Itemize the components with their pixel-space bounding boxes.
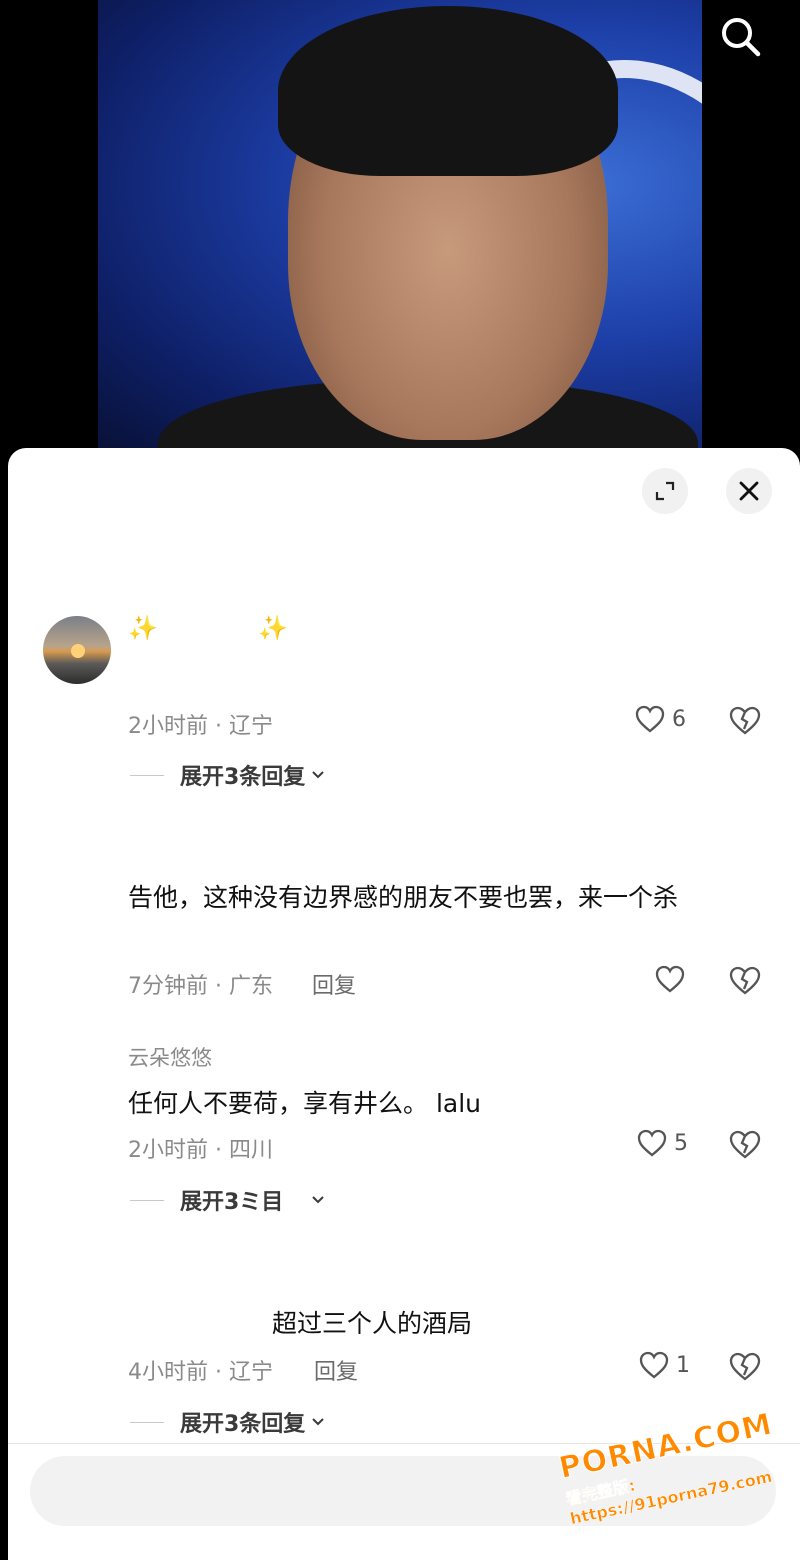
close-icon: [739, 481, 759, 501]
heart-icon: [655, 965, 685, 993]
comment-meta: 4小时前 · 辽宁: [128, 1360, 273, 1385]
expand-divider: [130, 1421, 164, 1423]
heart-icon: [639, 1351, 669, 1379]
like-count: 1: [676, 1352, 690, 1378]
like-count: 5: [674, 1130, 688, 1156]
expand-replies[interactable]: 展开3ミ目: [130, 1184, 325, 1216]
like-button[interactable]: 6: [634, 704, 686, 734]
video-person-hair: [278, 6, 618, 176]
like-button[interactable]: [654, 964, 686, 994]
broken-heart-icon: [729, 1130, 761, 1159]
expand-replies-label: 展开3ミ目: [180, 1190, 284, 1215]
broken-heart-icon: [729, 706, 761, 735]
broken-heart-icon: [729, 966, 761, 995]
sparkle-emoji: ✨: [258, 614, 288, 642]
comment-meta: 7分钟前 · 广东: [128, 974, 273, 999]
dislike-button[interactable]: [728, 704, 762, 740]
expand-replies-label: 展开3条回复: [180, 1412, 306, 1437]
search-button[interactable]: [716, 12, 764, 60]
broken-heart-icon: [729, 1352, 761, 1381]
chevron-down-icon: [311, 770, 325, 780]
video-frame: [98, 0, 702, 460]
expand-replies[interactable]: 展开3条回复: [130, 1406, 325, 1438]
heart-icon: [635, 705, 665, 733]
reply-button[interactable]: 回复: [314, 1354, 358, 1386]
comment-text: 超过三个人的酒局: [272, 1309, 473, 1338]
avatar-sunset: [71, 644, 85, 658]
expand-button[interactable]: [642, 468, 688, 514]
comment-meta: 2小时前 · 辽宁: [128, 714, 273, 739]
search-icon: [722, 18, 761, 57]
like-button[interactable]: 5: [636, 1128, 688, 1158]
expand-replies[interactable]: 展开3条回复: [130, 759, 325, 791]
comment-meta: 2小时前 · 四川: [128, 1138, 273, 1163]
heart-icon: [637, 1129, 667, 1157]
like-count: 6: [672, 706, 686, 732]
chevron-down-icon: [311, 1417, 325, 1427]
dislike-button[interactable]: [728, 1350, 762, 1386]
comment-text: 任何人不要荷，享有井么。 lalu: [128, 1089, 482, 1118]
expand-divider: [130, 774, 164, 776]
like-button[interactable]: 1: [638, 1350, 690, 1380]
sparkle-emoji: ✨: [128, 614, 158, 642]
comment-text: 告他，这种没有边界感的朋友不要也罢，来一个杀: [128, 883, 679, 912]
comment-username[interactable]: 云朵悠悠: [128, 1042, 212, 1072]
expand-icon: [655, 481, 675, 501]
dislike-button[interactable]: [728, 1128, 762, 1164]
reply-button[interactable]: 回复: [312, 968, 356, 1000]
chevron-down-icon: [311, 1195, 325, 1205]
expand-replies-label: 展开3条回复: [180, 765, 306, 790]
avatar[interactable]: [43, 616, 111, 684]
dislike-button[interactable]: [728, 964, 762, 1000]
close-button[interactable]: [726, 468, 772, 514]
expand-divider: [130, 1199, 164, 1201]
video-player[interactable]: [0, 0, 800, 460]
comment-sheet: ✨ ✨ 2小时前 · 辽宁 6 展开3条回复 告他，这种没有边界感的朋友不要也罢…: [8, 448, 800, 1560]
